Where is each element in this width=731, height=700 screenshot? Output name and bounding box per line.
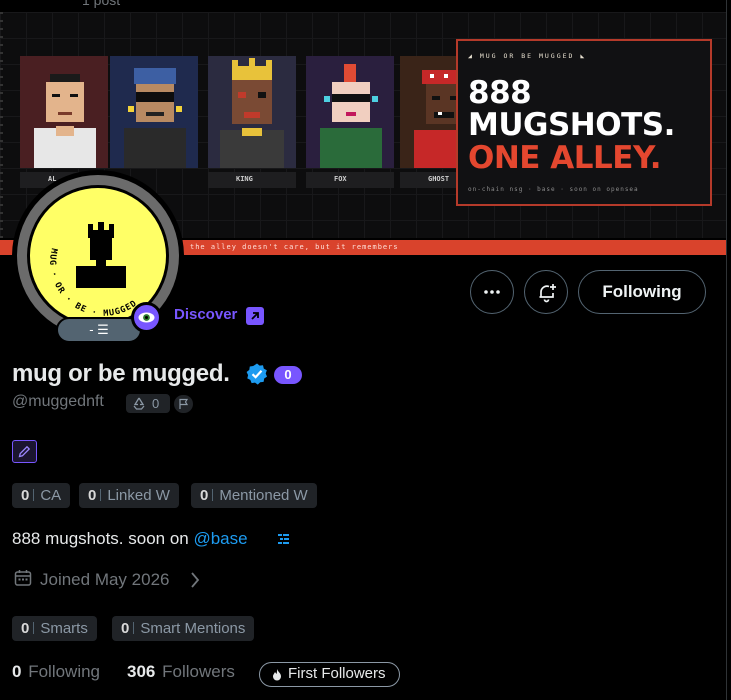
flag-button[interactable] bbox=[174, 395, 193, 413]
discover-link[interactable]: Discover bbox=[174, 306, 237, 323]
bell-plus-icon bbox=[539, 284, 556, 303]
name-count-badge: 0 bbox=[274, 366, 302, 384]
eye-icon bbox=[138, 312, 155, 323]
bio-mention-link[interactable]: @base bbox=[193, 529, 247, 548]
more-icon bbox=[484, 290, 500, 294]
promo-line-3: ONE ALLEY. bbox=[468, 140, 662, 176]
profile-name: mug or be mugged. bbox=[12, 360, 230, 387]
stat-linked-w[interactable]: 0 Linked W bbox=[79, 483, 179, 508]
mugshot-card bbox=[208, 56, 296, 168]
bio-text: 888 mugshots. soon on bbox=[12, 529, 194, 548]
first-followers-button[interactable]: First Followers bbox=[259, 662, 400, 687]
following-button[interactable]: Following bbox=[578, 270, 706, 314]
first-followers-label: First Followers bbox=[288, 665, 386, 682]
promo-panel: ◢ MUG OR BE MUGGED ◣ 888 MUGSHOTS. ONE A… bbox=[456, 39, 712, 206]
profile-bio: 888 mugshots. soon on @base bbox=[12, 529, 248, 549]
more-button[interactable] bbox=[470, 270, 514, 314]
post-count: 1 post bbox=[82, 0, 121, 8]
calendar-icon bbox=[14, 570, 32, 586]
edit-note-button[interactable] bbox=[12, 440, 37, 463]
flag-icon bbox=[179, 398, 189, 409]
mugshot-card bbox=[306, 56, 394, 168]
top-bar: 1 post bbox=[0, 0, 731, 12]
avatar-pill[interactable]: - ☰ bbox=[56, 317, 142, 343]
mugshot-art bbox=[220, 58, 284, 168]
stat-smart-mentions[interactable]: 0 Smart Mentions bbox=[112, 616, 255, 641]
banner-ruler bbox=[0, 12, 3, 255]
fire-icon bbox=[273, 669, 281, 681]
mugshot-tag: KING bbox=[208, 172, 296, 188]
eye-badge[interactable] bbox=[131, 302, 162, 333]
base-logo-icon bbox=[278, 534, 289, 544]
external-arrow-icon[interactable] bbox=[246, 307, 264, 325]
scrollbar-track[interactable] bbox=[726, 0, 731, 700]
notify-button[interactable] bbox=[524, 270, 568, 314]
stat-mentioned-w[interactable]: 0 Mentioned W bbox=[191, 483, 317, 508]
mugshot-art bbox=[320, 64, 382, 168]
following-label: Following bbox=[28, 662, 101, 681]
profile-handle: @muggednft bbox=[12, 393, 104, 410]
promo-line-1: 888 bbox=[468, 75, 532, 111]
followers-label: Followers bbox=[162, 662, 235, 681]
mugshot-card bbox=[20, 56, 108, 168]
promo-kicker: ◢ MUG OR BE MUGGED ◣ bbox=[468, 52, 587, 60]
chevron-right-icon[interactable] bbox=[189, 571, 201, 589]
following-stat[interactable]: 0 Following bbox=[12, 662, 100, 682]
promo-footer: on-chain nsg · base · soon on opensea bbox=[468, 186, 639, 193]
joined-date[interactable]: Joined May 2026 bbox=[40, 570, 169, 590]
recycle-badge[interactable]: 0 bbox=[126, 394, 170, 413]
stat-smarts[interactable]: 0 Smarts bbox=[12, 616, 97, 641]
mugshot-art bbox=[34, 74, 96, 168]
stat-ca[interactable]: 0 CA bbox=[12, 483, 71, 508]
mugshot-art bbox=[124, 68, 186, 168]
promo-line-2: MUGSHOTS. bbox=[468, 107, 675, 143]
recycle-count: 0 bbox=[152, 396, 160, 411]
mugshot-tag: FOX bbox=[306, 172, 394, 188]
mugshot-card bbox=[110, 56, 198, 168]
banner-strip-text: the alley doesn't care, but it remembers bbox=[190, 243, 399, 251]
recycle-icon bbox=[133, 397, 145, 410]
verified-badge-icon bbox=[246, 363, 267, 385]
followers-count: 306 bbox=[127, 662, 156, 681]
following-count: 0 bbox=[12, 662, 22, 681]
followers-stat[interactable]: 306 Followers bbox=[127, 662, 235, 682]
pencil-icon bbox=[18, 445, 31, 458]
